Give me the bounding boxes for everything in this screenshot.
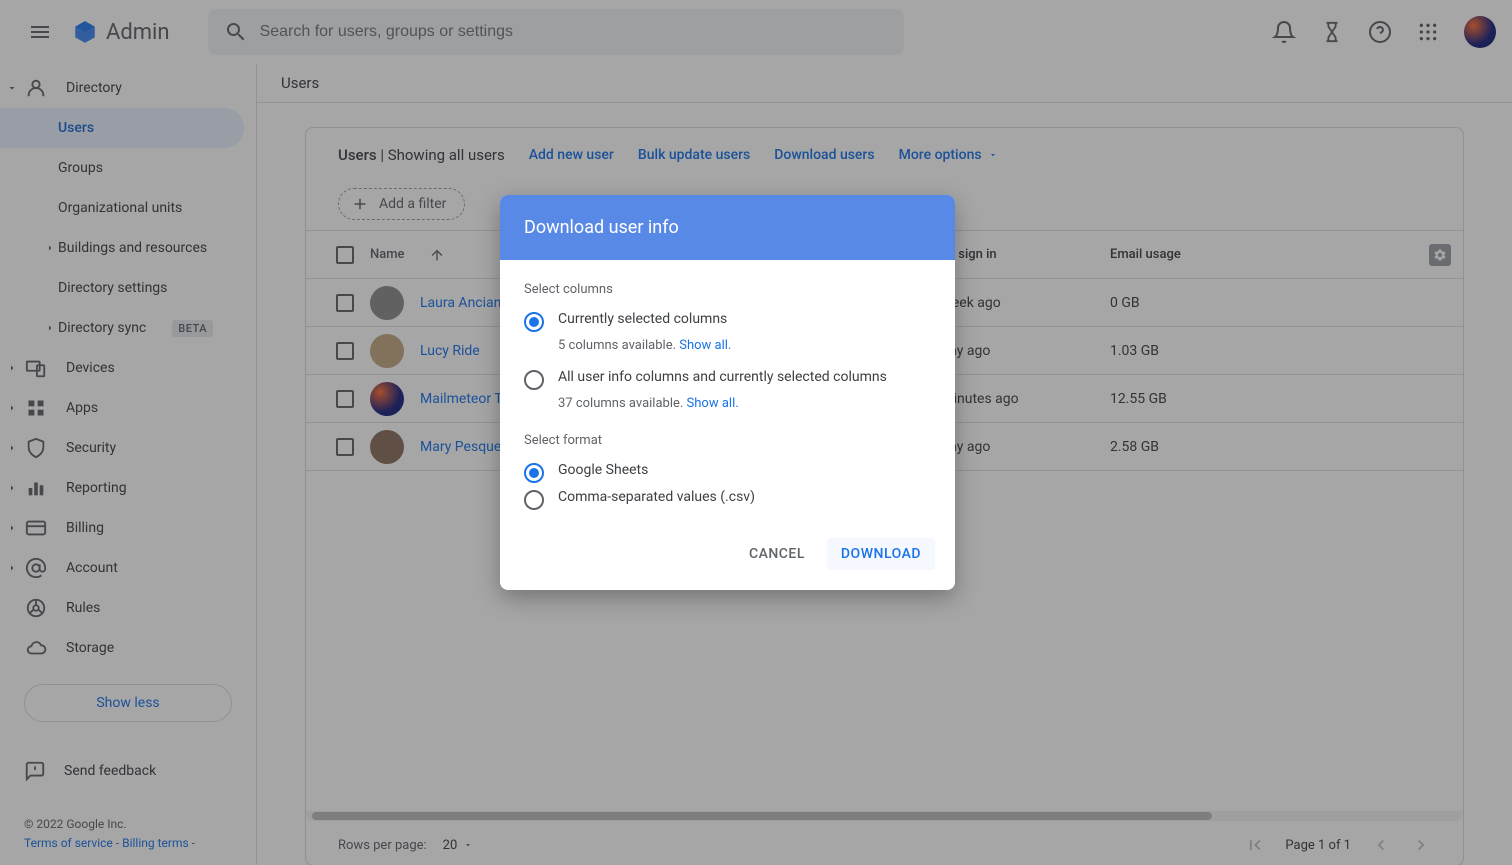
show-all-link[interactable]: Show all.: [687, 396, 739, 411]
modal-title: Download user info: [500, 195, 955, 260]
radio-icon: [524, 463, 544, 483]
radio-selected-columns[interactable]: Currently selected columns: [524, 311, 931, 332]
show-all-link[interactable]: Show all.: [679, 338, 731, 353]
radio-sub-2: 37 columns available. Show all.: [558, 396, 931, 411]
download-modal: Download user info Select columns Curren…: [500, 195, 955, 590]
radio-csv[interactable]: Comma-separated values (.csv): [524, 489, 931, 510]
cancel-button[interactable]: CANCEL: [735, 538, 819, 570]
radio-all-columns[interactable]: All user info columns and currently sele…: [524, 369, 931, 390]
download-button[interactable]: DOWNLOAD: [827, 538, 935, 570]
radio-icon: [524, 312, 544, 332]
radio-icon: [524, 490, 544, 510]
radio-icon: [524, 370, 544, 390]
radio-sub-1: 5 columns available. Show all.: [558, 338, 931, 353]
radio-google-sheets[interactable]: Google Sheets: [524, 462, 931, 483]
select-format-label: Select format: [524, 433, 931, 448]
select-columns-label: Select columns: [524, 282, 931, 297]
